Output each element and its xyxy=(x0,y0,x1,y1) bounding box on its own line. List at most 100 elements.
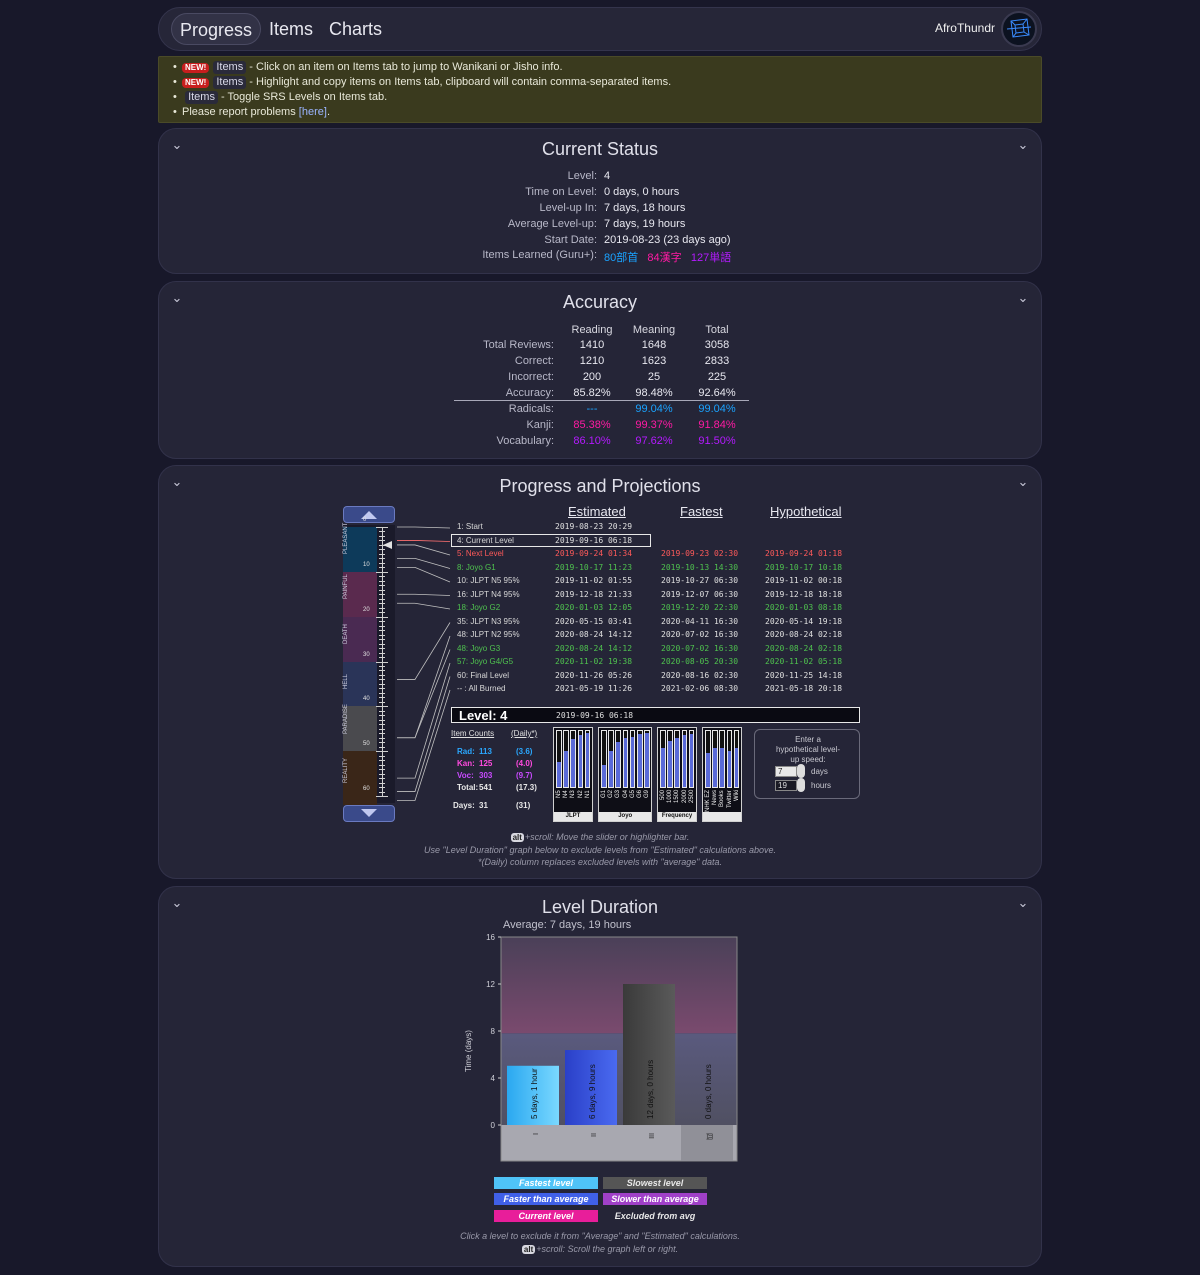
panel-title: Accuracy xyxy=(562,292,638,312)
avatar[interactable] xyxy=(1001,11,1037,47)
tab-charts[interactable]: Charts xyxy=(323,13,388,45)
coverage-bar xyxy=(570,730,577,788)
hours-spinner[interactable] xyxy=(797,778,805,792)
accuracy-cell: 99.37% xyxy=(635,419,673,431)
milestone-label[interactable]: 8: Joyo G1 xyxy=(457,563,496,572)
milestone-label[interactable]: 18: Joyo G2 xyxy=(457,603,500,612)
milestone-label[interactable]: 1: Start xyxy=(457,522,483,531)
coverage-bar xyxy=(584,730,591,788)
ruler-tick xyxy=(379,670,385,672)
accuracy-cell: 3058 xyxy=(704,339,730,351)
average-subtitle: Average: 7 days, 19 hours xyxy=(503,919,632,931)
days-daily: (31) xyxy=(516,801,531,810)
coverage-bar-fill xyxy=(661,747,665,787)
status-label: Time on Level: xyxy=(525,186,597,198)
ruler-tick xyxy=(379,607,385,609)
coverage-bar-fill xyxy=(689,734,694,787)
bar-group[interactable]: N5 N4 N3 N2 N1 JLPT xyxy=(553,727,593,822)
notice-end: . xyxy=(326,106,330,118)
milestone-label[interactable]: 57: Joyo G4/G5 xyxy=(457,657,513,666)
accuracy-panel: ⌄ ⌄ Accuracy Reading Meaning Total Total Re… xyxy=(158,281,1042,459)
note-text: +scroll: Move the slider or highlighter … xyxy=(524,832,690,842)
milestone-label[interactable]: 60: Final Level xyxy=(457,671,509,680)
ruler-tick xyxy=(379,674,385,676)
accuracy-cell: 1410 xyxy=(579,339,605,351)
tab-progress[interactable]: Progress xyxy=(171,13,261,45)
level-ruler[interactable]: PLEASANT PAINFUL DEATH HELL PARADISE REALITY 0… xyxy=(343,517,395,805)
milestone-label[interactable]: -- : All Burned xyxy=(457,684,505,693)
coverage-bar xyxy=(733,730,740,788)
count-label: Voc: xyxy=(457,771,474,780)
zone-band: PAINFUL xyxy=(343,571,377,617)
connector-line xyxy=(397,649,451,739)
milestone-hypothetical: 2020-05-14 19:18 xyxy=(765,616,843,626)
y-axis-label: Time (days) xyxy=(464,1030,473,1072)
connector-line xyxy=(397,602,451,610)
ruler-tick-label: 20 xyxy=(363,606,370,613)
coverage-bar xyxy=(719,730,726,788)
zone-label: DEATH xyxy=(343,624,349,645)
coverage-bar xyxy=(601,730,607,788)
col-fastest: Fastest xyxy=(680,504,723,519)
hypothetical-hours-input[interactable]: 19 xyxy=(775,780,797,791)
connector-line xyxy=(397,689,451,801)
milestone-label[interactable]: 10: JLPT N5 95% xyxy=(457,576,520,585)
milestone-fastest: 2019-10-13 14:30 xyxy=(661,562,739,572)
milestone-label[interactable]: 16: JLPT N4 95% xyxy=(457,590,520,599)
coverage-bar-fill xyxy=(571,739,576,787)
notice-text: - Toggle SRS Levels on Items tab. xyxy=(221,91,388,103)
days-label: Days: xyxy=(453,801,475,810)
ruler-tick xyxy=(379,643,385,645)
status-value: 7 days, 19 hours xyxy=(604,218,686,230)
ruler-tick xyxy=(379,778,385,780)
ruler-tick xyxy=(379,648,385,650)
milestone-hypothetical: 2020-01-03 08:18 xyxy=(765,603,843,612)
coverage-bar-fill xyxy=(557,761,561,787)
ruler-tick xyxy=(379,567,385,569)
milestone-fastest: 2019-12-20 22:30 xyxy=(661,603,739,612)
x-category-label: III xyxy=(647,1133,654,1139)
milestone-label[interactable]: 5: Next Level xyxy=(457,549,504,558)
zone-band: PARADISE xyxy=(343,704,377,752)
bar-group[interactable]: G1 G2 G3 G4 G5 G6 G9 Joyo xyxy=(598,727,653,822)
hypothetical-days-input[interactable]: 7 xyxy=(775,766,797,777)
ruler-tick xyxy=(379,657,385,659)
bar-group[interactable]: NHK EZ News Books Twitter Wiki xyxy=(702,727,742,822)
panel-title: Current Status xyxy=(541,139,659,159)
slider-down-button[interactable] xyxy=(343,805,395,822)
ruler-tick xyxy=(379,621,385,623)
milestone-estimated: 2020-01-03 12:05 xyxy=(555,603,633,612)
current-level-pointer-icon[interactable] xyxy=(383,540,392,549)
new-badge: NEW! xyxy=(182,63,210,73)
bar-group-name xyxy=(703,812,741,821)
level-duration-chart[interactable]: 0 4 8 12 16 Time (days) 5 days, 1 hour I 6 days,… xyxy=(459,931,744,1163)
report-link[interactable]: [here] xyxy=(299,106,327,118)
days-spinner[interactable] xyxy=(797,764,805,778)
count-label: Total: xyxy=(457,783,479,792)
ruler-tick xyxy=(376,571,388,573)
ruler-tick-label: 0 xyxy=(363,517,367,523)
milestone-label[interactable]: 48: JLPT N2 95% xyxy=(457,630,520,639)
milestone-estimated: 2020-11-26 05:26 xyxy=(555,670,633,680)
coverage-bar-fill xyxy=(720,747,725,787)
bar-group[interactable]: 500 1000 1500 2000 2500 Frequency xyxy=(657,727,697,822)
arrow-up-icon xyxy=(361,511,377,519)
accuracy-cell: --- xyxy=(586,403,598,415)
current-level-column[interactable] xyxy=(681,1125,733,1161)
milestone-label[interactable]: 35: JLPT N3 95% xyxy=(457,617,520,626)
ruler-tick xyxy=(379,773,385,775)
duration-note: alt +scroll: Scroll the graph left or rig… xyxy=(159,1244,1041,1254)
username[interactable]: AfroThundr xyxy=(935,21,995,35)
ruler-tick-label: 10 xyxy=(363,561,370,568)
milestone-hypothetical: 2019-09-24 01:18 xyxy=(765,549,843,558)
ruler-tick xyxy=(379,558,385,560)
coverage-bar xyxy=(577,730,584,788)
accuracy-col-header: Meaning xyxy=(632,324,676,336)
ruler-tick xyxy=(379,603,385,605)
slider-up-button[interactable] xyxy=(343,506,395,523)
tab-items[interactable]: Items xyxy=(263,13,319,45)
avatar-cube-icon xyxy=(1006,18,1032,38)
milestone-label[interactable]: 48: Joyo G3 xyxy=(457,644,500,653)
alt-key: alt xyxy=(521,1245,536,1254)
ruler-tick xyxy=(379,688,385,690)
